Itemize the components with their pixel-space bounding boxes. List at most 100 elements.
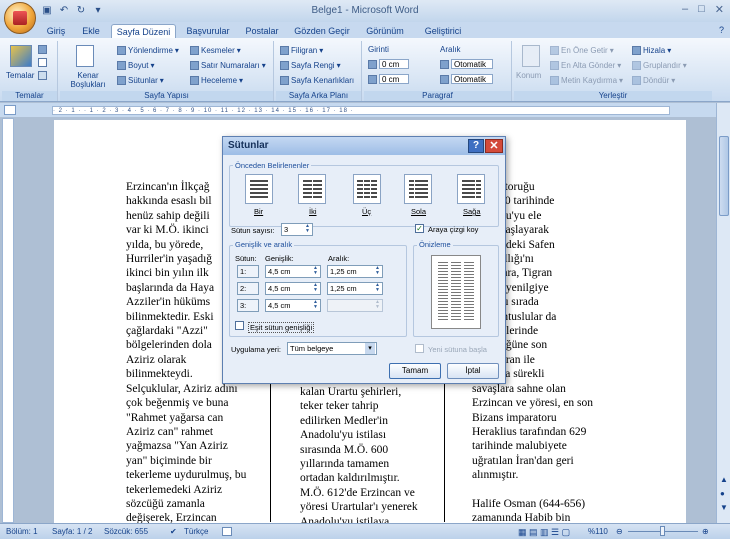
chevron-down-icon[interactable]: ▾ [365, 343, 375, 354]
group-sayfa-yapisi: Kenar Boşlukları Yönlendirme ▾ Boyut ▾ Süt… [60, 41, 274, 101]
tab-basvurular[interactable]: Başvurular [183, 24, 233, 39]
tab-postalar[interactable]: Postalar [242, 24, 282, 39]
apply-to-select[interactable]: Tüm belgeye ▾ [287, 342, 377, 355]
column-spacing-2[interactable]: 1,25 cm ▲ ▼ [327, 282, 383, 295]
dialog-close-button[interactable]: ✕ [485, 139, 503, 153]
column-width-3[interactable]: 4,5 cm ▲ ▼ [265, 299, 321, 312]
spinner-icon[interactable]: ▲ ▼ [303, 224, 312, 235]
proofing-icon[interactable]: ✔ [170, 527, 177, 536]
spinner-icon[interactable]: ▲ ▼ [311, 300, 320, 311]
tab-gozden-gecir[interactable]: Gözden Geçir [292, 24, 352, 39]
spacing-before-value[interactable]: Otomatik [451, 59, 493, 69]
margins-icon[interactable] [76, 45, 94, 67]
page-color-button[interactable]: Sayfa Rengi ▾ [280, 61, 341, 70]
group-button[interactable]: Gruplandır ▾ [632, 61, 687, 70]
columns-button[interactable]: Sütunlar ▾ [117, 76, 164, 85]
theme-colors-icon[interactable] [38, 45, 47, 54]
next-page-icon[interactable]: ▼ [720, 503, 728, 512]
preset-one[interactable] [245, 174, 273, 204]
word-window: ▣ ↶ ↻ ▾ Belge1 - Microsoft Word – □ ✕ Gi… [0, 0, 730, 539]
tab-selector-icon[interactable] [4, 105, 16, 115]
orientation-button[interactable]: Yönlendirme ▾ [117, 46, 179, 55]
title-bar: ▣ ↶ ↻ ▾ Belge1 - Microsoft Word – □ ✕ [0, 0, 730, 22]
send-back-button[interactable]: En Alta Gönder ▾ [550, 61, 621, 70]
cancel-button[interactable]: İptal [447, 363, 499, 379]
text-wrap-button[interactable]: Metin Kaydırma ▾ [550, 76, 623, 85]
tab-ekle[interactable]: Ekle [78, 24, 104, 39]
columns-label: Sütunlar [128, 76, 158, 85]
status-page[interactable]: Sayfa: 1 / 2 [52, 527, 92, 536]
indent-right-value[interactable]: 0 cm [379, 74, 409, 84]
minimize-icon[interactable]: – [682, 3, 688, 16]
spinner-icon[interactable]: ▲ ▼ [373, 266, 382, 277]
watermark-button[interactable]: Filigran ▾ [280, 46, 323, 55]
vertical-scrollbar[interactable]: ▲ ● ▼ [716, 103, 730, 523]
hyphenation-button[interactable]: Heceleme ▾ [190, 76, 243, 85]
preset-three[interactable] [353, 174, 381, 204]
scrollbar-thumb[interactable] [719, 136, 729, 216]
preset-right[interactable] [457, 174, 485, 204]
status-words[interactable]: Sözcük: 655 [104, 527, 148, 536]
themes-icon[interactable] [10, 45, 32, 67]
help-button[interactable]: ? [468, 139, 484, 153]
ok-button[interactable]: Tamam [389, 363, 441, 379]
bring-front-button[interactable]: En Öne Getir ▾ [550, 46, 614, 55]
theme-fonts-icon[interactable] [38, 58, 47, 67]
office-button[interactable] [4, 2, 36, 34]
macro-icon[interactable] [222, 527, 232, 536]
status-section[interactable]: Bölüm: 1 [6, 527, 38, 536]
equal-width-checkbox[interactable] [235, 321, 244, 330]
column-spacing-1[interactable]: 1,25 cm ▲ ▼ [327, 265, 383, 278]
text-line: kalan Urartu şehirleri, [300, 386, 402, 398]
spinner-icon[interactable]: ▲ ▼ [311, 266, 320, 277]
line-between-checkbox[interactable]: ✓ [415, 224, 424, 233]
preset-two[interactable] [298, 174, 326, 204]
maximize-icon[interactable]: □ [698, 3, 705, 16]
ruler-bar[interactable]: · 2 · 1 · · 1 · 2 · 3 · 4 · 5 · 6 · 7 · … [52, 106, 670, 115]
view-buttons[interactable]: ▦ ▤ ▥ ☰ ▢ [518, 527, 570, 538]
spacing-after-field[interactable]: Otomatik [440, 74, 493, 84]
position-button[interactable]: Konum [516, 71, 541, 80]
select-browse-icon[interactable]: ● [720, 489, 725, 498]
zoom-in-icon[interactable]: ⊕ [702, 527, 709, 536]
align-button[interactable]: Hizala ▾ [632, 46, 671, 55]
spacing-before-field[interactable]: Otomatik [440, 59, 493, 69]
status-language[interactable]: Türkçe [184, 527, 208, 536]
text-line: Halife Osman (644-656) [472, 497, 586, 510]
size-button[interactable]: Boyut ▾ [117, 61, 154, 70]
indent-left-value[interactable]: 0 cm [379, 59, 409, 69]
tab-giris[interactable]: Giriş [42, 24, 70, 39]
column-num-3: 3: [237, 299, 259, 312]
themes-button[interactable]: Temalar [6, 71, 34, 80]
prev-page-icon[interactable]: ▲ [720, 475, 728, 484]
text-line: ortadan kaldırılmıştır. [300, 472, 400, 485]
rotate-button[interactable]: Döndür ▾ [632, 76, 675, 85]
page-borders-button[interactable]: Sayfa Kenarlıkları [280, 76, 354, 85]
position-icon[interactable] [522, 45, 540, 67]
spinner-icon[interactable]: ▲ ▼ [373, 283, 382, 294]
margins-button[interactable]: Kenar Boşlukları [64, 71, 112, 89]
breaks-button[interactable]: Kesmeler ▾ [190, 46, 241, 55]
indent-right-field[interactable]: 0 cm [368, 74, 409, 84]
line-numbers-button[interactable]: Satır Numaraları ▾ [190, 61, 266, 70]
help-icon[interactable]: ? [719, 25, 724, 35]
close-icon[interactable]: ✕ [715, 3, 724, 16]
column-width-1[interactable]: 4,5 cm ▲ ▼ [265, 265, 321, 278]
dialog-title-bar: Sütunlar ? ✕ [223, 137, 505, 155]
zoom-out-icon[interactable]: ⊖ [616, 527, 623, 536]
spacing-after-value[interactable]: Otomatik [451, 74, 493, 84]
preset-left[interactable] [404, 174, 432, 204]
tab-sayfa-duzeni[interactable]: Sayfa Düzeni [111, 24, 176, 39]
column-count-input[interactable]: 3 ▲ ▼ [281, 223, 313, 236]
column-width-2[interactable]: 4,5 cm ▲ ▼ [265, 282, 321, 295]
text-line: Anadolu'yu istilası [300, 429, 387, 442]
window-title: Belge1 - Microsoft Word [311, 5, 419, 16]
new-column-checkbox [415, 344, 424, 353]
indent-left-field[interactable]: 0 cm [368, 59, 409, 69]
status-zoom[interactable]: %110 [588, 527, 608, 536]
spinner-icon[interactable]: ▲ ▼ [311, 283, 320, 294]
theme-effects-icon[interactable] [38, 71, 47, 80]
zoom-slider-thumb[interactable] [660, 526, 665, 536]
tab-gorunum[interactable]: Görünüm [362, 24, 408, 39]
tab-gelistirici[interactable]: Geliştirici [418, 24, 468, 39]
